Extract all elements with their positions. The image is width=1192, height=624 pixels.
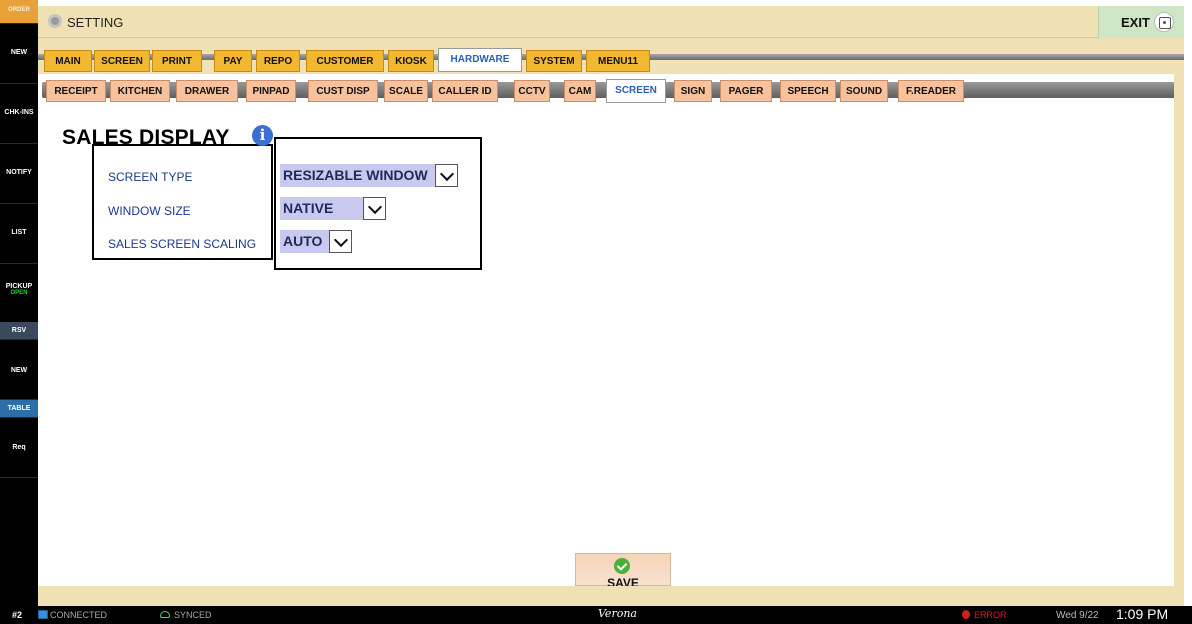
- tab-print[interactable]: PRINT: [152, 50, 202, 72]
- camera-icon[interactable]: [1154, 12, 1174, 32]
- chevron-down-icon[interactable]: [435, 164, 458, 187]
- sidebar-item-label: NEW: [10, 49, 28, 56]
- window-size-label: WINDOW SIZE: [108, 204, 191, 218]
- pickup-status: OPEN: [10, 290, 28, 296]
- subtab-screen[interactable]: SCREEN: [606, 79, 666, 103]
- window-size-select[interactable]: NATIVE: [280, 197, 386, 220]
- status-date: Wed 9/22: [1056, 610, 1099, 621]
- cloud-icon: [160, 611, 170, 618]
- sync-status: SYNCED: [174, 610, 212, 620]
- app-window: ORDER NEW CHK-INS NOTIFY LIST PICKUP OPE…: [0, 0, 1192, 624]
- terminal-number: #2: [12, 610, 23, 620]
- subtab-scale[interactable]: SCALE: [384, 80, 428, 102]
- chevron-down-icon[interactable]: [363, 197, 386, 220]
- subtab-receipt[interactable]: RECEIPT: [46, 80, 106, 102]
- sidebar-item-label: NEW: [10, 367, 28, 374]
- tab-hardware[interactable]: HARDWARE: [438, 48, 522, 72]
- check-icon: [614, 558, 630, 574]
- subtab-drawer[interactable]: DRAWER: [176, 80, 238, 102]
- sidebar-item-new-2[interactable]: NEW: [0, 340, 38, 400]
- location-name: Verona: [598, 607, 637, 620]
- subtab-cam[interactable]: CAM: [564, 80, 596, 102]
- sidebar-item-rsv[interactable]: RSV: [0, 322, 38, 340]
- window-size-value: NATIVE: [283, 200, 334, 216]
- sidebar-item-label: CHK-INS: [4, 109, 34, 116]
- settings-content: SALES DISPLAY SCREEN TYPE WINDOW SIZE SA…: [38, 106, 1174, 590]
- screen-type-select[interactable]: RESIZABLE WINDOW: [280, 164, 458, 187]
- sidebar-item-notify[interactable]: NOTIFY: [0, 144, 38, 204]
- main-tabs: MAIN SCREEN PRINT PAY REPO CUSTOMER KIOS…: [38, 38, 1184, 74]
- sidebar-item-pickup[interactable]: PICKUP OPEN: [0, 264, 38, 324]
- sidebar-item-label: RSV: [11, 327, 27, 334]
- field-labels-box: SCREEN TYPE WINDOW SIZE SALES SCREEN SCA…: [92, 144, 273, 260]
- tab-screen[interactable]: SCREEN: [94, 50, 150, 72]
- tab-system[interactable]: SYSTEM: [526, 50, 582, 72]
- sales-screen-scaling-value: AUTO: [283, 233, 323, 249]
- subtab-kitchen[interactable]: KITCHEN: [110, 80, 170, 102]
- sidebar-item-order[interactable]: ORDER: [0, 0, 38, 24]
- error-icon: [962, 610, 970, 619]
- sidebar-item-list[interactable]: LIST: [0, 204, 38, 264]
- status-bar: #2 CONNECTED SYNCED Verona ERROR Wed 9/2…: [0, 606, 1192, 624]
- screen-type-value: RESIZABLE WINDOW: [283, 167, 428, 183]
- sub-tabs: RECEIPT KITCHEN DRAWER PINPAD CUST DISP …: [38, 74, 1184, 106]
- subtab-caller-id[interactable]: CALLER ID: [432, 80, 498, 102]
- bottom-frame: [38, 586, 1184, 606]
- tab-main[interactable]: MAIN: [44, 50, 92, 72]
- gear-icon: [48, 14, 62, 28]
- subtab-cust-disp[interactable]: CUST DISP: [308, 80, 378, 102]
- subtab-f-reader[interactable]: F.READER: [898, 80, 964, 102]
- subtab-pinpad[interactable]: PINPAD: [246, 80, 296, 102]
- info-icon[interactable]: i: [252, 125, 273, 146]
- right-frame: [1174, 74, 1184, 586]
- error-status[interactable]: ERROR: [974, 610, 1007, 620]
- sidebar-item-label: NOTIFY: [6, 169, 32, 176]
- sidebar-item-new[interactable]: NEW: [0, 24, 38, 84]
- sidebar-item-label: PICKUP: [5, 283, 33, 290]
- sidebar-item-table[interactable]: TABLE: [0, 400, 38, 418]
- tab-repo[interactable]: REPO: [256, 50, 300, 72]
- tab-customer[interactable]: CUSTOMER: [306, 50, 384, 72]
- tab-menu11[interactable]: MENU11: [586, 50, 650, 72]
- sidebar-item-label: LIST: [11, 229, 27, 236]
- subtab-speech[interactable]: SPEECH: [780, 80, 836, 102]
- sidebar-item-chk-ins[interactable]: CHK-INS: [0, 84, 38, 144]
- sales-screen-scaling-select[interactable]: AUTO: [280, 230, 352, 253]
- status-time: 1:09 PM: [1116, 606, 1169, 622]
- sidebar-item-label: ORDER: [8, 7, 30, 13]
- screen-type-label: SCREEN TYPE: [108, 170, 193, 184]
- window-title: SETTING: [67, 15, 124, 30]
- monitor-icon: [38, 610, 48, 619]
- subtab-cctv[interactable]: CCTV: [514, 80, 550, 102]
- chevron-down-icon[interactable]: [329, 230, 352, 253]
- tab-pay[interactable]: PAY: [214, 50, 252, 72]
- exit-button[interactable]: EXIT: [1098, 6, 1184, 38]
- left-sidebar: ORDER NEW CHK-INS NOTIFY LIST PICKUP OPE…: [0, 0, 38, 606]
- sidebar-item-req[interactable]: Req: [0, 418, 38, 478]
- subtab-sign[interactable]: SIGN: [674, 80, 712, 102]
- save-button[interactable]: SAVE: [575, 553, 671, 590]
- tab-kiosk[interactable]: KIOSK: [388, 50, 434, 72]
- sales-screen-scaling-label: SALES SCREEN SCALING: [108, 237, 257, 251]
- sidebar-item-label: TABLE: [7, 405, 31, 412]
- sidebar-item-label: Req: [12, 444, 26, 451]
- subtab-pager[interactable]: PAGER: [720, 80, 772, 102]
- field-values-box: RESIZABLE WINDOW NATIVE AUTO: [274, 137, 482, 270]
- title-bar: SETTING EXIT: [38, 6, 1184, 38]
- exit-label: EXIT: [1121, 15, 1150, 30]
- subtab-sound[interactable]: SOUND: [840, 80, 888, 102]
- connection-status: CONNECTED: [50, 610, 108, 620]
